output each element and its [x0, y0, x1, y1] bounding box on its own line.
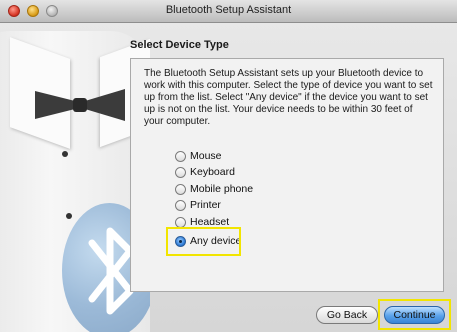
radio-button[interactable]	[175, 166, 186, 178]
radio-label: Mouse	[190, 150, 222, 162]
any-device-highlight	[166, 227, 241, 256]
continue-highlight	[378, 299, 451, 330]
bowtie-icon	[35, 89, 125, 121]
bluetooth-setup-window: Bluetooth Setup Assistant Select Device …	[0, 0, 457, 332]
tuxedo-illustration	[0, 23, 150, 332]
radio-option-mobile-phone[interactable]: Mobile phone	[175, 181, 253, 197]
radio-label: Keyboard	[190, 166, 235, 178]
radio-label: Printer	[190, 199, 221, 211]
radio-label: Mobile phone	[190, 183, 254, 195]
go-back-button[interactable]: Go Back	[316, 306, 378, 324]
radio-option-mouse[interactable]: Mouse	[175, 148, 222, 164]
radio-option-keyboard[interactable]: Keyboard	[175, 164, 235, 180]
description-text: The Bluetooth Setup Assistant sets up yo…	[144, 68, 433, 127]
radio-button[interactable]	[175, 150, 186, 162]
shirt-stud-icon	[62, 151, 68, 157]
radio-button[interactable]	[175, 183, 186, 195]
radio-button[interactable]	[175, 199, 186, 211]
title-bar[interactable]: Bluetooth Setup Assistant	[0, 0, 457, 23]
window-title: Bluetooth Setup Assistant	[165, 4, 292, 16]
radio-option-printer[interactable]: Printer	[175, 197, 221, 213]
radio-button[interactable]	[175, 216, 186, 228]
page-heading: Select Device Type	[130, 39, 229, 51]
